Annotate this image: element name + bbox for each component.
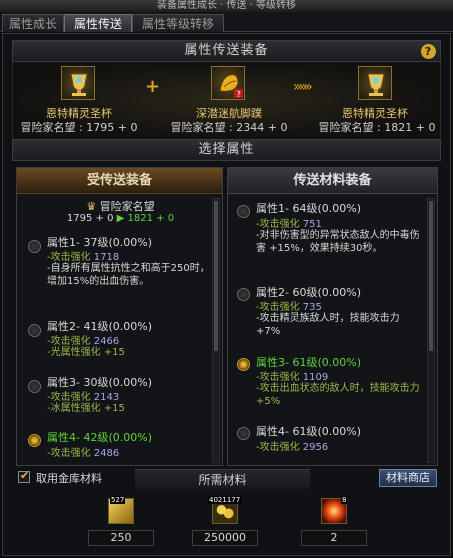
target-attr-3-stat: -攻击强化 2143 — [47, 388, 119, 403]
target-equipment-panel: 受传送装备 ♛ 冒险家名望 1795 + 0 ▶ 1821 + 0 属性1- 3… — [16, 167, 223, 466]
target-attr-3-desc: -冰属性强化 +15 — [47, 403, 125, 414]
material-2-stock: 4021177 — [208, 496, 242, 504]
material-equipment-panel: 传送材料装备 属性1- 64级(0.00%) -攻击强化 751 -对非伤害型的… — [227, 167, 438, 466]
select-section-header: 选择属性 — [12, 139, 441, 161]
target-fame-values: 1795 + 0 ▶ 1821 + 0 — [17, 213, 222, 224]
target-fame-label: 冒险家名望 — [99, 200, 155, 213]
help-icon[interactable]: ? — [421, 44, 436, 59]
stat-value: 2486 — [93, 448, 120, 459]
material-attr-3-radio[interactable] — [237, 358, 250, 371]
tab-level-transfer[interactable]: 属性等级转移 — [132, 14, 224, 32]
tab-bar: 属性成长 属性传送 属性等级转移 — [0, 12, 453, 32]
source-item-slot[interactable] — [61, 66, 95, 100]
plus-symbol: + — [145, 76, 161, 97]
material-attr-1-desc: -对非伤害型的异常状态敌人的中毒伤害 +15%，效果持续30秒。 — [256, 230, 420, 254]
fame-crown-icon: ♛ — [86, 200, 97, 213]
window-title: 装备属性成长 · 传送 · 等级转移 — [0, 0, 453, 12]
fame-arrow-icon: ▶ — [116, 213, 125, 224]
target-attr-2-stat: -攻击强化 2466 — [47, 332, 119, 347]
target-attr-4-radio[interactable] — [28, 434, 41, 447]
chalice-icon — [367, 73, 385, 96]
material-item-fame: 冒险家名望 : 2344 + 0 — [170, 121, 288, 134]
target-attr-1-desc: -自身所有属性抗性之和高于250时，增加15%的出血伤害。 — [47, 263, 210, 287]
material-attr-1-radio[interactable] — [237, 205, 250, 218]
target-panel-header: 受传送装备 — [17, 168, 222, 194]
target-attr-1-radio[interactable] — [28, 240, 41, 253]
material-attr-3-stat: -攻击强化 1109 — [256, 368, 328, 383]
result-item-fame: 冒险家名望 : 1821 + 0 — [318, 121, 436, 134]
use-storage-checkbox[interactable]: ✔ — [18, 469, 30, 483]
target-attr-3-radio[interactable] — [28, 380, 41, 393]
chalice-icon — [70, 73, 88, 96]
stat-label: -攻击强化 — [256, 442, 300, 453]
material-attr-1-title: 属性1- 64级(0.00%) — [256, 202, 361, 215]
material-3-stock: 8 — [341, 496, 348, 504]
target-attr-2-radio[interactable] — [28, 324, 41, 337]
flipper-icon: ? — [219, 74, 243, 99]
material-1-stock: 527 — [110, 496, 126, 504]
material-panel-header: 传送材料装备 — [228, 168, 437, 194]
transfer-equipment-area: 恩特精灵圣杯 冒险家名望 : 1795 + 0 + ? 深潜迷航脚蹼 冒险家名望… — [12, 62, 441, 138]
stat-label: -攻击强化 — [47, 448, 91, 459]
target-attr-4-stat: -攻击强化 2486 — [47, 444, 119, 459]
check-icon: ✔ — [20, 469, 30, 482]
material-1-required: 250 — [88, 530, 154, 546]
material-item-slot[interactable]: ? — [211, 66, 245, 100]
transfer-arrows: »»» — [293, 79, 313, 95]
target-panel-scrollbar[interactable] — [212, 198, 220, 463]
material-attr-4-radio[interactable] — [237, 427, 250, 440]
result-item-slot[interactable] — [358, 66, 392, 100]
material-attr-3-desc: -攻击出血状态的敌人时，技能攻击力 +5% — [256, 383, 420, 407]
transfer-section-header: 属性传送装备 ? — [12, 40, 441, 62]
material-panel-scrollbar[interactable] — [427, 198, 435, 463]
tab-transfer[interactable]: 属性传送 — [64, 14, 132, 32]
svg-text:?: ? — [237, 90, 241, 99]
scroll-thumb[interactable] — [429, 201, 433, 351]
target-attr-2-desc: -光属性强化 +15 — [47, 347, 125, 358]
target-attr-1-stat: -攻击强化 1718 — [47, 248, 119, 263]
material-attr-2-stat: -攻击强化 735 — [256, 298, 322, 313]
use-storage-label: 取用金库材料 — [36, 472, 102, 485]
target-attr-4-title: 属性4- 42级(0.00%) — [47, 431, 152, 444]
materials-title: 所需材料 — [135, 469, 310, 489]
fame-from: 1795 + 0 — [66, 213, 114, 224]
material-3-required: 2 — [301, 530, 367, 546]
target-fame-block: ♛ 冒险家名望 — [17, 198, 222, 214]
scroll-thumb[interactable] — [214, 201, 218, 351]
fame-to: 1821 + 0 — [127, 213, 175, 224]
material-shop-button[interactable]: 材料商店 — [379, 469, 437, 487]
material-attr-2-desc: -攻击精灵族敌人时，技能攻击力 +7% — [256, 313, 400, 337]
source-item-fame: 冒险家名望 : 1795 + 0 — [20, 121, 138, 134]
material-attr-1-stat: -攻击强化 751 — [256, 215, 322, 230]
stat-value: 2956 — [302, 442, 329, 453]
select-section-title: 选择属性 — [198, 142, 255, 157]
material-attr-4-stat: -攻击强化 2956 — [256, 438, 328, 453]
material-attr-4-title: 属性4- 61级(0.00%) — [256, 425, 361, 438]
tab-growth[interactable]: 属性成长 — [2, 14, 64, 32]
material-2-required: 250000 — [192, 530, 258, 546]
transfer-section-title: 属性传送装备 — [184, 43, 269, 58]
material-attr-2-radio[interactable] — [237, 288, 250, 301]
